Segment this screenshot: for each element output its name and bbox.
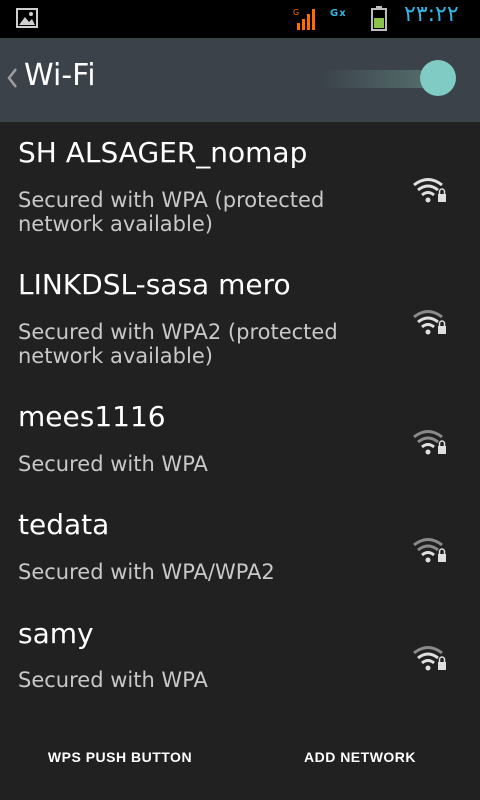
network-name: LINKDSL-sasa mero — [18, 268, 291, 301]
network-name: tedata — [18, 508, 110, 541]
chevron-left-icon[interactable] — [6, 66, 18, 90]
network-status: Secured with WPA2 (protected network ava… — [18, 320, 338, 368]
network-name: SH ALSAGER_nomap — [18, 136, 308, 169]
wifi-locked-icon — [413, 430, 446, 455]
page-title[interactable]: Wi-Fi — [24, 58, 96, 93]
svg-text:G: G — [293, 8, 299, 17]
network-status: Secured with WPA/WPA2 — [18, 560, 275, 584]
status-bar: G Gx ٢٣:٢٢ — [0, 0, 480, 38]
battery-icon — [371, 6, 387, 31]
wps-push-button[interactable]: WPS PUSH BUTTON — [0, 735, 240, 779]
wifi-toggle-knob[interactable] — [420, 60, 456, 96]
add-network-button[interactable]: ADD NETWORK — [240, 735, 480, 779]
network-status: Secured with WPA — [18, 452, 208, 476]
data-type-indicator: Gx — [330, 8, 347, 19]
network-name: samy — [18, 617, 94, 650]
wifi-locked-icon — [413, 178, 446, 203]
signal-icon: G — [293, 8, 315, 30]
wifi-locked-icon — [413, 538, 446, 563]
image-icon — [16, 8, 38, 28]
network-status: Secured with WPA — [18, 668, 208, 692]
network-status: Secured with WPA (protected network avai… — [18, 188, 325, 236]
wifi-locked-icon — [413, 646, 446, 671]
network-name: mees1116 — [18, 400, 166, 433]
clock: ٢٣:٢٢ — [404, 2, 459, 27]
wifi-locked-icon — [413, 310, 446, 335]
